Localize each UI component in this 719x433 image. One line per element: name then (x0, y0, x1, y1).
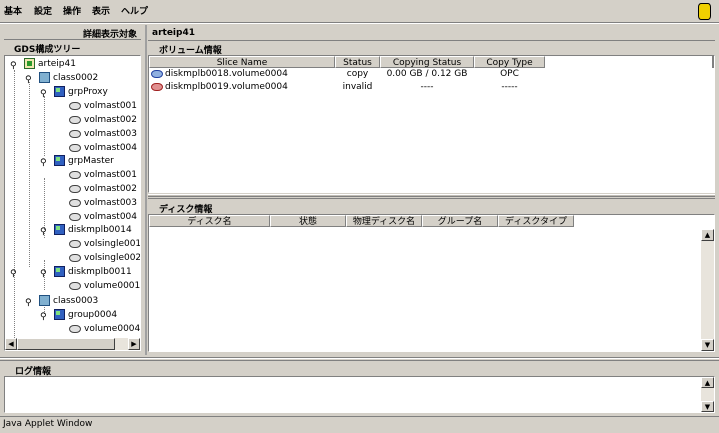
column-header-group-name[interactable]: グループ名 (422, 215, 498, 227)
slice-status: invalid (342, 82, 373, 92)
menu-operation[interactable]: 操作 (63, 4, 81, 17)
volume-icon (69, 281, 81, 290)
copying-status: ---- (420, 82, 434, 92)
tree-node-group[interactable]: grpProxy (54, 85, 108, 99)
tree-node-class[interactable]: class0003 (39, 294, 98, 308)
tree-node-volume[interactable]: volsingle001 (69, 237, 140, 251)
expand-handle[interactable]: ⚲ (25, 76, 32, 85)
tree-horizontal-scrollbar[interactable]: ◀ ▶ (5, 338, 140, 350)
volume-table[interactable]: Slice Name Status Copying Status Copy Ty… (148, 55, 715, 193)
volume-icon (69, 184, 81, 193)
node-title: arteip41 (152, 28, 195, 38)
tree-node-volume[interactable]: volmast001 (69, 168, 137, 182)
tree-title: GDS構成ツリー (14, 45, 81, 55)
column-header-disk-name[interactable]: ディスク名 (149, 215, 270, 227)
expand-handle[interactable]: ⚲ (40, 313, 47, 322)
volume-blue-icon (151, 70, 163, 78)
scroll-up-icon[interactable]: ▲ (701, 377, 714, 388)
tree-node-volume[interactable]: volmast003 (69, 127, 137, 141)
copying-status: 0.00 GB / 0.12 GB (386, 69, 468, 79)
column-header-copy-type[interactable]: Copy Type (474, 56, 545, 68)
volume-red-icon (151, 83, 163, 91)
copy-type: OPC (500, 69, 519, 79)
column-header-slice-name[interactable]: Slice Name (149, 56, 335, 68)
volume-icon (69, 253, 81, 262)
menu-settings[interactable]: 設定 (34, 4, 52, 17)
volume-icon (69, 198, 81, 207)
log-vertical-scrollbar[interactable]: ▲ ▼ (701, 377, 714, 412)
tree-node-server[interactable]: arteip41 (24, 57, 76, 71)
volume-icon (69, 170, 81, 179)
tree-node-volume[interactable]: volmast001 (69, 99, 137, 113)
group-icon (54, 86, 65, 97)
column-header-disk-type[interactable]: ディスクタイプ (498, 215, 574, 227)
scroll-down-icon[interactable]: ▼ (701, 339, 714, 351)
tree-node-volume[interactable]: volume0001 (69, 279, 140, 293)
volume-icon (69, 324, 81, 333)
scroll-up-icon[interactable]: ▲ (701, 229, 714, 241)
expand-handle[interactable]: ⚲ (40, 228, 47, 237)
tree-node-class[interactable]: class0002 (39, 71, 98, 85)
scroll-right-icon[interactable]: ▶ (128, 338, 140, 350)
menu-basic[interactable]: 基本 (4, 4, 22, 17)
column-header-state[interactable]: 状態 (270, 215, 346, 227)
status-bar: Java Applet Window (0, 416, 719, 433)
menu-bar: 基本 設定 操作 表示 ヘルプ (0, 0, 719, 20)
tree-node-group[interactable]: group0004 (54, 308, 117, 322)
menu-help[interactable]: ヘルプ (121, 4, 148, 17)
expand-handle[interactable]: ⚲ (10, 62, 17, 71)
expand-handle[interactable]: ⚲ (10, 270, 17, 279)
tree-node-volume[interactable]: volmast004 (69, 210, 137, 224)
tree-node-volume[interactable]: volsingle002 (69, 251, 140, 265)
table-row[interactable]: diskmplb0019.volume0004 invalid ---- ---… (149, 81, 709, 93)
left-panel: 詳細表示対象 GDS構成ツリー ⚲ arteip41 ⚲ class0002 ⚲… (0, 25, 145, 355)
disk-vertical-scrollbar[interactable]: ▲ ▼ (701, 229, 714, 351)
tree-node-group[interactable]: grpMaster (54, 154, 114, 168)
volume-icon (69, 115, 81, 124)
scroll-thumb[interactable] (17, 338, 115, 350)
volume-icon (69, 143, 81, 152)
server-icon (24, 58, 35, 69)
disk-table[interactable]: ディスク名 状態 物理ディスク名 グループ名 ディスクタイプ ▲ ▼ (148, 214, 715, 352)
tree-node-group[interactable]: diskmplb0014 (54, 223, 132, 237)
database-icon (698, 3, 711, 20)
group-icon (54, 224, 65, 235)
volume-icon (69, 129, 81, 138)
slice-name: diskmplb0018.volume0004 (165, 69, 288, 79)
column-header-physical-disk[interactable]: 物理ディスク名 (346, 215, 422, 227)
volume-icon (69, 212, 81, 221)
group-icon (54, 155, 65, 166)
expand-handle[interactable]: ⚲ (25, 299, 32, 308)
tree-node-volume[interactable]: volmast003 (69, 196, 137, 210)
copy-type: ----- (501, 82, 518, 92)
group-icon (54, 266, 65, 277)
class-icon (39, 295, 50, 306)
vertical-splitter[interactable] (145, 25, 147, 355)
horizontal-splitter[interactable] (148, 194, 715, 197)
status-text: Java Applet Window (3, 419, 93, 429)
table-row[interactable]: diskmplb0018.volume0004 copy 0.00 GB / 0… (149, 68, 709, 80)
menu-view[interactable]: 表示 (92, 4, 110, 17)
tree-node-volume[interactable]: volmast004 (69, 141, 137, 155)
scroll-left-icon[interactable]: ◀ (5, 338, 17, 350)
group-icon (54, 309, 65, 320)
class-icon (39, 72, 50, 83)
scroll-down-icon[interactable]: ▼ (701, 401, 714, 412)
tree-node-group[interactable]: diskmplb0011 (54, 265, 132, 279)
tree-node-volume[interactable]: volmast002 (69, 113, 137, 127)
expand-handle[interactable]: ⚲ (40, 159, 47, 168)
volume-icon (69, 101, 81, 110)
expand-handle[interactable]: ⚲ (40, 90, 47, 99)
slice-name: diskmplb0019.volume0004 (165, 82, 288, 92)
log-area[interactable]: ▲ ▼ (4, 376, 715, 413)
column-header-copying-status[interactable]: Copying Status (380, 56, 474, 68)
column-header-status[interactable]: Status (335, 56, 380, 68)
expand-handle[interactable]: ⚲ (40, 270, 47, 279)
tree-node-volume[interactable]: volmast002 (69, 182, 137, 196)
volume-icon (69, 239, 81, 248)
config-tree[interactable]: ⚲ arteip41 ⚲ class0002 ⚲ grpProxy volmas… (4, 55, 141, 351)
tree-node-volume[interactable]: volume0004 (69, 322, 140, 336)
slice-status: copy (346, 69, 369, 79)
